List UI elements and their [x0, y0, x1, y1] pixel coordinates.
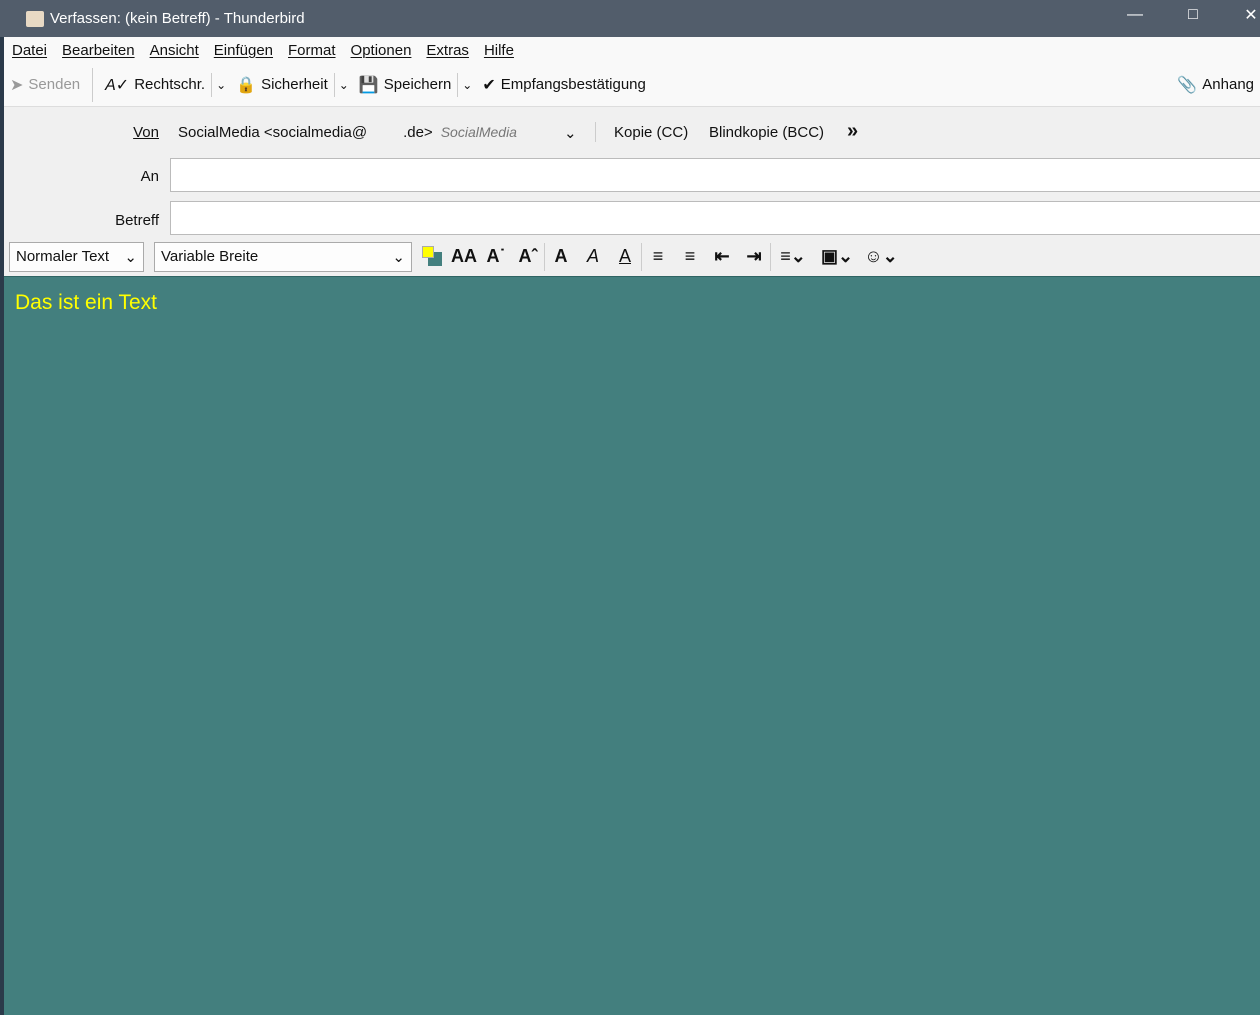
separator — [595, 122, 596, 142]
security-dropdown[interactable]: ⌄ — [333, 72, 353, 97]
save-label: Speichern — [383, 76, 452, 93]
from-identity: SocialMedia — [440, 124, 517, 140]
menu-extras[interactable]: Extras — [426, 42, 469, 59]
text-color-swatch — [422, 245, 434, 258]
separator — [92, 67, 94, 102]
to-input[interactable] — [170, 158, 1260, 192]
menu-bearbeiten[interactable]: Bearbeiten — [62, 42, 135, 59]
menu-einfuegen[interactable]: Einfügen — [214, 42, 273, 59]
bold-icon[interactable]: A — [545, 246, 577, 267]
from-domain: .de> — [403, 124, 433, 141]
save-button[interactable]: 💾 Speichern — [353, 68, 457, 102]
paragraph-format-select[interactable]: Normaler Text ⌄ — [9, 241, 144, 272]
window-title: Verfassen: (kein Betreff) - Thunderbird — [50, 10, 305, 27]
format-toolbar: Normaler Text ⌄ Variable Breite ⌄ AA A˙ Aˆ… — [4, 238, 1260, 275]
menu-hilfe[interactable]: Hilfe — [484, 42, 514, 59]
lock-icon: 🔒 — [236, 76, 257, 94]
color-picker[interactable] — [422, 244, 448, 270]
spellcheck-icon: A✓ — [105, 76, 130, 94]
more-recipients-icon[interactable]: » — [847, 120, 858, 143]
bullet-list-icon[interactable]: ≡ — [642, 246, 674, 267]
align-icon[interactable]: ≡⌄ — [771, 246, 815, 267]
paperclip-icon: 📎 — [1177, 76, 1198, 94]
message-body-editor[interactable]: Das ist ein Text — [4, 276, 1260, 1015]
indent-icon[interactable]: ⇥ — [738, 246, 770, 267]
decrease-font-size-icon[interactable]: A˙ — [480, 246, 512, 267]
save-icon: 💾 — [358, 76, 379, 94]
underline-icon[interactable]: A — [609, 246, 641, 267]
receipt-button[interactable]: ✔ Empfangsbestätigung — [476, 68, 652, 102]
chevron-down-icon: ⌄ — [392, 248, 405, 266]
security-button[interactable]: 🔒 Sicherheit — [230, 68, 334, 102]
emoji-icon[interactable]: ☺⌄ — [859, 246, 903, 267]
insert-image-icon[interactable]: ▣⌄ — [815, 246, 859, 267]
italic-icon[interactable]: A — [577, 246, 609, 267]
attach-button[interactable]: 📎 Anhang — [1171, 68, 1260, 102]
thunderbird-compose-icon — [26, 10, 44, 27]
spelling-button[interactable]: A✓ Rechtschr. — [99, 68, 211, 102]
title-bar: Verfassen: (kein Betreff) - Thunderbird … — [0, 0, 1260, 37]
font-size-icon[interactable]: AA — [448, 246, 480, 267]
subject-input[interactable] — [170, 201, 1260, 235]
attach-label: Anhang — [1202, 76, 1254, 93]
spelling-label: Rechtschr. — [134, 76, 206, 93]
paragraph-format-value: Normaler Text — [16, 248, 110, 265]
compose-toolbar: ➤ Senden A✓ Rechtschr. ⌄ 🔒 Sicherheit ⌄ 💾 Sp… — [4, 63, 1260, 107]
spelling-dropdown[interactable]: ⌄ — [211, 72, 230, 97]
menu-bar: Datei Bearbeiten Ansicht Einfügen Format… — [4, 37, 1260, 63]
menu-ansicht[interactable]: Ansicht — [150, 42, 199, 59]
minimize-button[interactable]: — — [1112, 0, 1158, 30]
menu-format[interactable]: Format — [288, 42, 336, 59]
save-dropdown[interactable]: ⌄ — [457, 72, 476, 97]
menu-optionen[interactable]: Optionen — [351, 42, 412, 59]
subject-label: Betreff — [115, 212, 159, 229]
to-label: An — [140, 168, 159, 185]
send-button[interactable]: ➤ Senden — [4, 68, 86, 102]
from-label: Von — [133, 124, 159, 141]
chevron-down-icon: ⌄ — [564, 125, 577, 142]
increase-font-size-icon[interactable]: Aˆ — [512, 246, 544, 267]
outdent-icon[interactable]: ⇤ — [706, 246, 738, 267]
from-select[interactable]: SocialMedia <socialmedia@ .de> SocialMed… — [178, 124, 578, 142]
receipt-label: Empfangsbestätigung — [500, 76, 646, 93]
body-text: Das ist ein Text — [15, 291, 158, 314]
from-address: SocialMedia <socialmedia@ — [178, 124, 368, 141]
menu-datei[interactable]: Datei — [12, 42, 47, 59]
send-label: Senden — [28, 76, 81, 93]
double-check-icon: ✔ — [482, 76, 496, 94]
security-label: Sicherheit — [261, 76, 328, 93]
close-button[interactable]: ✕ — [1228, 0, 1260, 30]
maximize-button[interactable]: □ — [1170, 0, 1216, 30]
bcc-button[interactable]: Blindkopie (BCC) — [709, 124, 824, 141]
send-icon: ➤ — [10, 76, 24, 94]
numbered-list-icon[interactable]: ≡ — [674, 246, 706, 267]
font-select[interactable]: Variable Breite ⌄ — [154, 241, 412, 272]
cc-button[interactable]: Kopie (CC) — [614, 124, 688, 141]
chevron-down-icon: ⌄ — [124, 248, 137, 266]
font-value: Variable Breite — [161, 248, 259, 265]
